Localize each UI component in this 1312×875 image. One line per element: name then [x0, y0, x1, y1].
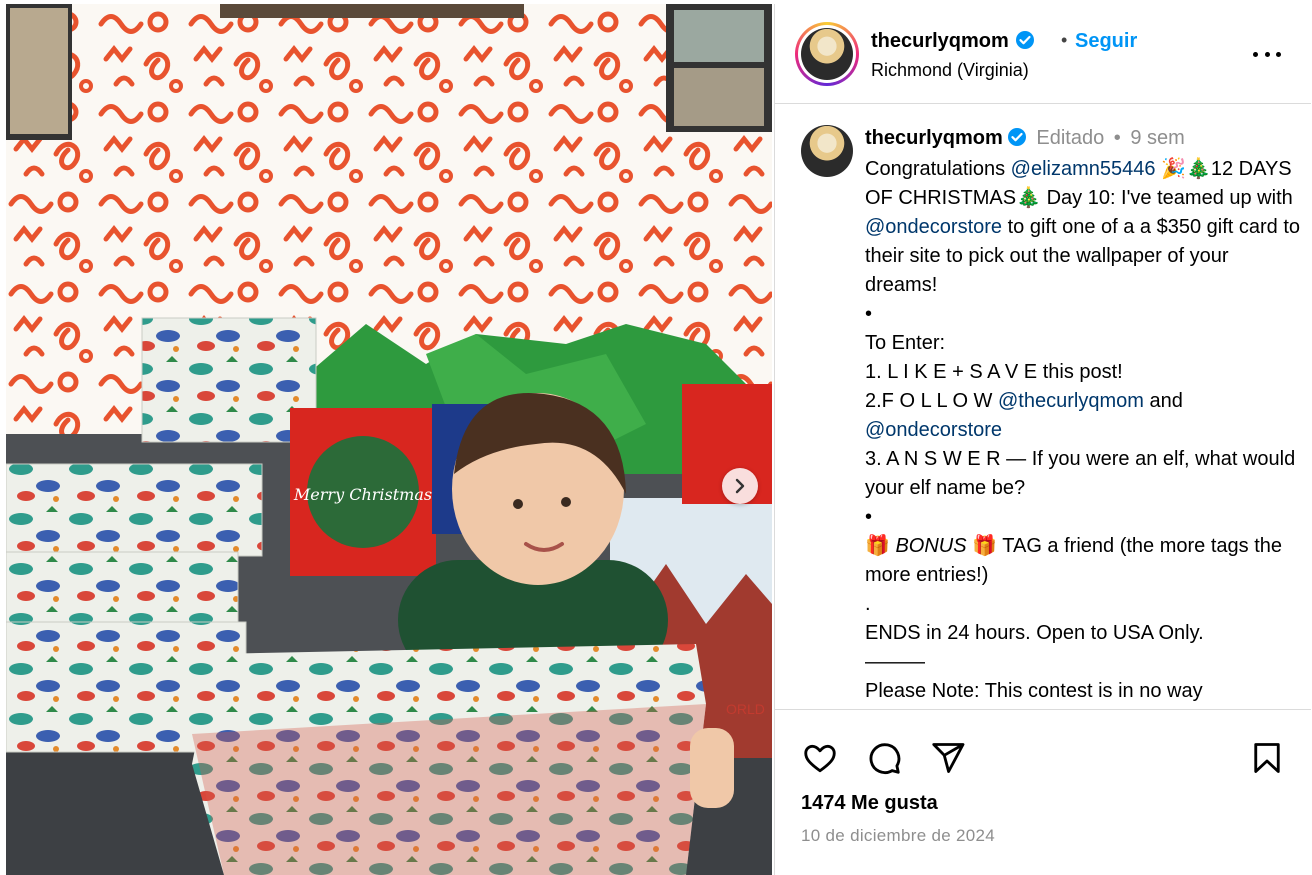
caption-text-segment: and: [1149, 390, 1183, 412]
mention-link[interactable]: @thecurlyqmom: [998, 390, 1144, 412]
bag-text: Merry Christmas: [293, 485, 432, 504]
caption-text-segment: 🎁 TAG a friend (the more tags the more e…: [865, 535, 1283, 702]
mention-link[interactable]: @ondecorstore: [865, 419, 1002, 441]
post-date[interactable]: 10 de diciembre de 2024: [801, 826, 995, 846]
caption-header: thecurlyqmom Editado • 9 sem: [865, 127, 1185, 150]
chevron-right-icon: [735, 478, 745, 494]
bookmark-icon[interactable]: [1249, 740, 1285, 776]
post-details-panel: thecurlyqmom • Seguir Richmond (Virginia…: [774, 4, 1312, 875]
post-media[interactable]: Merry Christmas ORLD: [6, 4, 772, 875]
post-photo: Merry Christmas ORLD: [6, 4, 772, 875]
follow-button[interactable]: Seguir: [1075, 30, 1137, 53]
edited-label: Editado: [1036, 127, 1105, 149]
bag-logo-text: ORLD: [726, 701, 765, 717]
post-time-ago[interactable]: 9 sem: [1130, 127, 1184, 149]
verified-badge-icon: [1015, 31, 1034, 49]
caption-avatar[interactable]: [801, 125, 853, 177]
verified-badge-icon: [1007, 128, 1026, 146]
more-options-icon[interactable]: [1253, 44, 1281, 64]
share-icon[interactable]: [929, 740, 967, 776]
caption-separator: •: [1113, 127, 1121, 149]
next-image-button[interactable]: [722, 468, 758, 504]
caption-username[interactable]: thecurlyqmom: [865, 127, 1003, 149]
post-header: thecurlyqmom • Seguir Richmond (Virginia…: [775, 4, 1311, 104]
bonus-label: BONUS: [895, 535, 967, 557]
heart-icon[interactable]: [801, 740, 839, 776]
author-username-row[interactable]: thecurlyqmom: [871, 30, 1035, 53]
mention-link[interactable]: @elizamn55446: [1011, 158, 1156, 180]
post-location[interactable]: Richmond (Virginia): [871, 60, 1029, 81]
caption-text: Congratulations @elizamn55446 🎉🎄12 DAYS …: [865, 155, 1301, 709]
comment-icon[interactable]: [865, 740, 903, 776]
author-username[interactable]: thecurlyqmom: [871, 30, 1009, 52]
caption-text-segment: Congratulations: [865, 158, 1011, 180]
likes-count[interactable]: 1474 Me gusta: [801, 792, 938, 815]
caption-scroll-area[interactable]: thecurlyqmom Editado • 9 sem Congratulat…: [775, 105, 1311, 709]
mention-link[interactable]: @ondecorstore: [865, 216, 1002, 238]
author-avatar[interactable]: [795, 22, 859, 86]
header-separator: •: [1061, 30, 1068, 50]
post-actions: 1474 Me gusta 10 de diciembre de 2024: [775, 709, 1311, 875]
caption-text-segment: to gift one of a a $350 gift card to the…: [865, 216, 1301, 412]
